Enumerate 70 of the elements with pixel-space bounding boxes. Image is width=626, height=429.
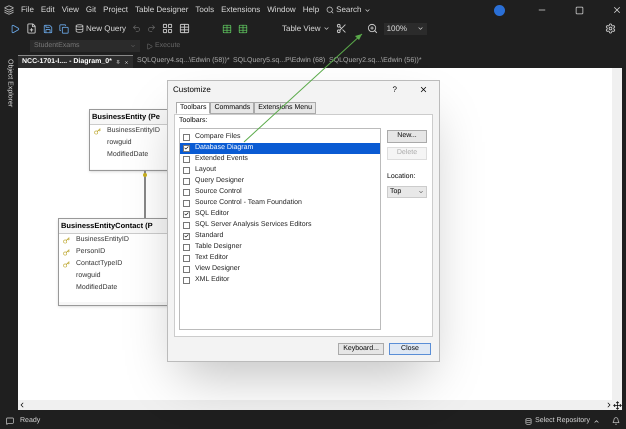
close-icon[interactable]	[124, 58, 129, 66]
checkbox[interactable]	[183, 266, 190, 272]
menu-item[interactable]: Extensions	[221, 4, 260, 16]
menu-item[interactable]: Edit	[40, 4, 55, 16]
table-view-dropdown[interactable]: Table View	[282, 22, 330, 34]
repository-icon	[525, 418, 532, 424]
save-all-icon[interactable]	[59, 24, 69, 34]
menu-item[interactable]: Table Designer	[135, 4, 188, 16]
menu-item[interactable]: View	[62, 4, 79, 16]
menu-item[interactable]: Tools	[195, 4, 214, 16]
search-button[interactable]: Search	[326, 4, 370, 16]
checkbox[interactable]	[183, 156, 190, 162]
settings-icon[interactable]	[605, 23, 616, 34]
check-icon	[184, 211, 189, 217]
checkbox[interactable]	[183, 188, 190, 196]
checkbox[interactable]	[183, 222, 190, 228]
scroll-right-icon[interactable]	[605, 400, 613, 408]
checkbox[interactable]	[183, 254, 190, 262]
checkbox[interactable]	[183, 178, 190, 184]
chevron-down-icon	[130, 43, 136, 49]
play-icon	[146, 42, 153, 50]
chevron-down-icon	[322, 25, 330, 32]
avatar[interactable]	[494, 4, 505, 16]
maximize-icon[interactable]	[575, 6, 584, 14]
checkbox[interactable]	[183, 200, 190, 206]
check-icon	[184, 145, 189, 151]
grid-icon[interactable]	[162, 23, 174, 34]
app-logo-icon	[4, 5, 14, 15]
add-related-table-icon[interactable]	[238, 24, 248, 34]
close-icon[interactable]	[419, 85, 428, 94]
run-icon[interactable]	[10, 24, 20, 34]
chevron-down-icon	[364, 6, 370, 14]
checkbox[interactable]	[183, 144, 190, 152]
undo-icon[interactable]	[132, 24, 142, 33]
new-query-button[interactable]: New Query	[75, 22, 126, 34]
vertical-scrollbar[interactable]	[612, 68, 622, 400]
redo-icon[interactable]	[147, 24, 156, 33]
help-button[interactable]: ?	[392, 84, 397, 96]
search-icon	[326, 6, 334, 14]
chevron-up-icon	[593, 418, 600, 424]
menu-item[interactable]: Git	[86, 4, 96, 16]
notifications-icon[interactable]	[612, 417, 620, 425]
add-table-icon[interactable]	[222, 24, 232, 34]
checkbox[interactable]	[183, 210, 190, 218]
relationship-line	[142, 171, 148, 218]
save-icon[interactable]	[43, 24, 53, 34]
new-file-icon[interactable]	[26, 23, 37, 34]
menu-item[interactable]: File	[21, 4, 34, 16]
scroll-left-icon[interactable]	[18, 401, 26, 409]
check-icon	[184, 233, 189, 239]
table-icon[interactable]	[179, 23, 190, 34]
chevron-down-icon	[418, 189, 424, 195]
chevron-down-icon	[417, 25, 424, 32]
zoom-icon[interactable]	[366, 23, 378, 34]
output-icon[interactable]	[6, 417, 14, 425]
menu-item[interactable]: Project	[103, 4, 128, 16]
menu-item[interactable]: Help	[302, 4, 320, 16]
zoom-dropdown[interactable]: 100%	[384, 22, 428, 34]
checkbox[interactable]	[183, 244, 190, 250]
checkbox[interactable]	[183, 232, 190, 240]
pin-icon[interactable]	[116, 59, 120, 65]
menu-item[interactable]: Window	[267, 4, 296, 16]
scissors-icon[interactable]	[336, 23, 347, 34]
checkbox[interactable]	[183, 166, 190, 174]
pan-icon[interactable]	[613, 400, 622, 410]
dialog-title: Customize	[173, 84, 211, 96]
database-icon	[75, 24, 84, 33]
checkbox[interactable]	[183, 276, 190, 284]
close-icon[interactable]	[612, 5, 622, 15]
checkbox[interactable]	[183, 134, 190, 140]
